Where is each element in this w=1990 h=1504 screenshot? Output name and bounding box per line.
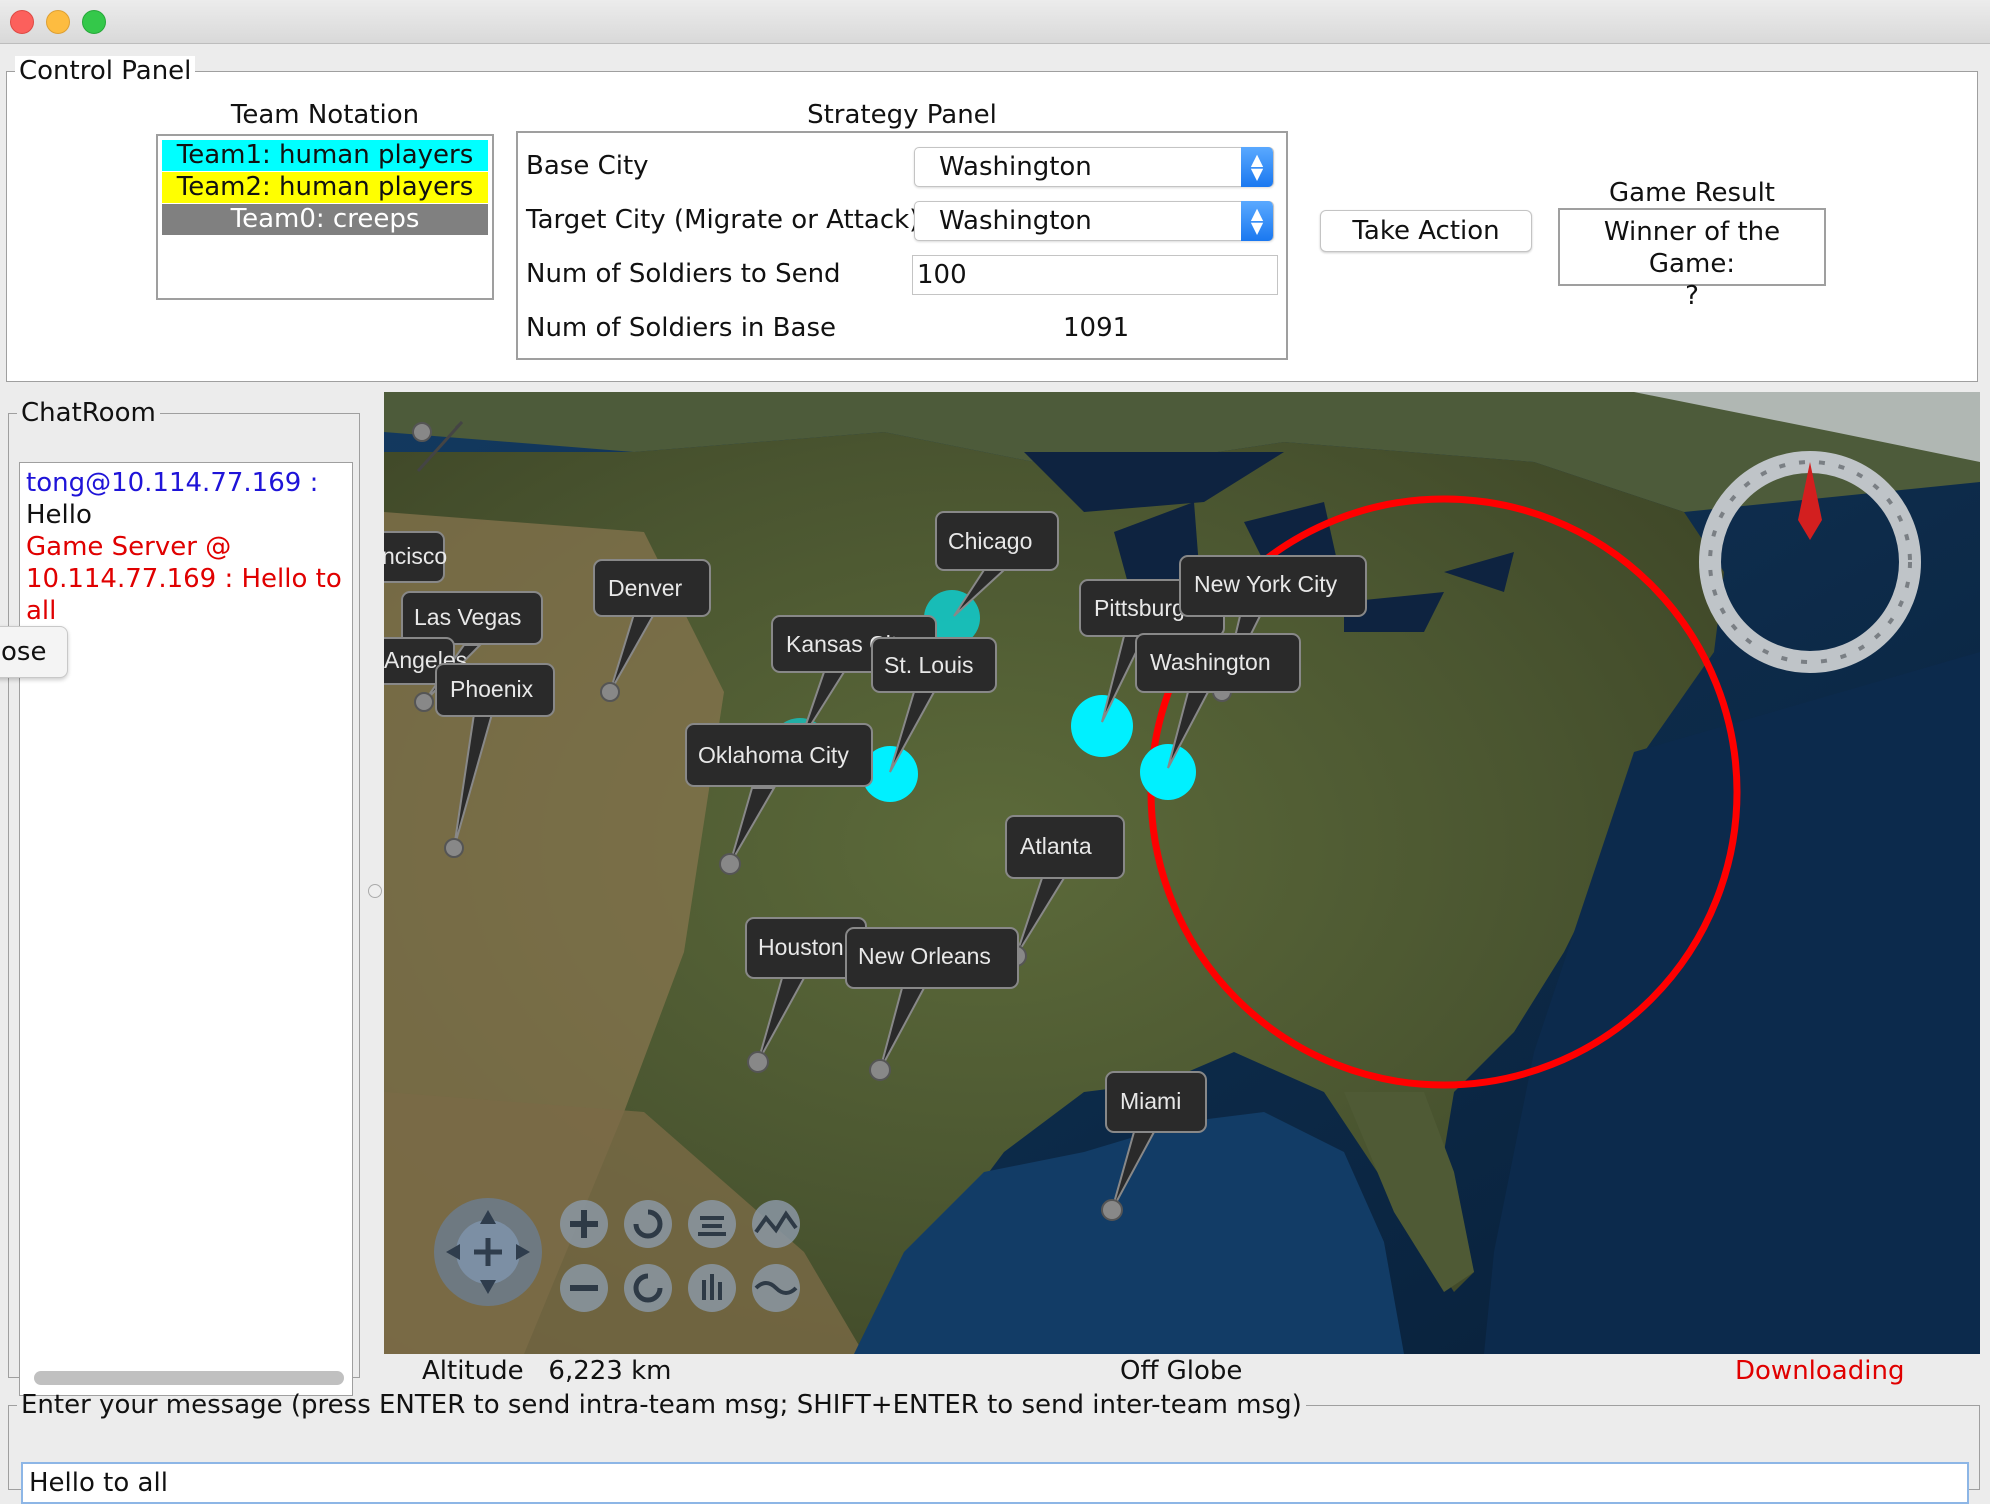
city-label: Washington [1150,649,1271,675]
team-notation-title: Team Notation [230,100,420,130]
control-panel-title: Control Panel [15,56,196,86]
select-arrows-icon: ▲ ▼ [1241,201,1273,241]
rotate-left-icon[interactable] [624,1200,672,1248]
exaggerate-terrain-icon[interactable] [752,1200,800,1248]
city-label: ncisco [384,543,447,569]
team1-row: Team1: human players [162,140,488,171]
rotate-right-icon[interactable] [624,1264,672,1312]
chat-sender: tong@10.114.77.169 : [26,468,319,498]
message-panel: Enter your message (press ENTER to send … [8,1390,1980,1504]
zoom-out-icon[interactable] [560,1264,608,1312]
base-city-label: Base City [526,151,649,181]
soldiers-base-value: 1091 [1063,313,1130,343]
zoom-window-button[interactable] [82,10,106,34]
splitter-handle[interactable] [368,884,382,898]
game-result-box: Winner of the Game: ? [1558,208,1826,311]
chat-sender: Game Server @ [26,532,232,562]
chat-message-text: 10.114.77.169 : Hello to all [26,564,342,626]
soldiers-send-label: Num of Soldiers to Send [526,259,841,289]
satellite-map[interactable]: ncisco Las Vegas Angeles Phoenix Denver [384,392,1980,1354]
team-marker[interactable] [1071,695,1133,757]
message-input[interactable]: Hello to all [21,1462,1969,1504]
flatten-terrain-icon[interactable] [752,1264,800,1312]
winner-value: ? [1685,281,1699,311]
message-panel-title: Enter your message (press ENTER to send … [21,1390,1302,1420]
strategy-panel: Base City Washington ▲ ▼ Target City (Mig… [516,131,1288,360]
chat-message-text: Hello [26,500,92,530]
strategy-panel-title: Strategy Panel [807,100,997,130]
team-notation-box: Team1: human players Team2: human player… [156,134,494,300]
city-label: Houston [758,934,844,960]
team2-row: Team2: human players [162,172,488,203]
close-window-button[interactable] [10,10,34,34]
city-label: Atlanta [1020,833,1092,859]
select-arrows-icon: ▲ ▼ [1241,147,1273,187]
city-label: Oklahoma City [698,742,849,768]
base-city-value: Washington [939,152,1092,182]
window-titlebar [0,0,1990,44]
city-label: St. Louis [884,652,974,678]
altitude-label: Altitude [422,1356,524,1386]
minimize-window-button[interactable] [46,10,70,34]
city-label: Phoenix [450,676,534,702]
chat-messages-area[interactable]: tong@10.114.77.169 : Hello Game Server @… [19,462,353,1396]
globe-status: Off Globe [1120,1356,1243,1386]
city-label: Chicago [948,528,1032,554]
target-city-label: Target City (Migrate or Attack) [526,205,920,235]
city-label: Miami [1120,1088,1181,1114]
city-label: Denver [608,575,682,601]
city-label: Las Vegas [414,604,521,630]
team0-row: Team0: creeps (computer) [162,204,488,265]
take-action-button[interactable]: Take Action [1320,210,1532,252]
city-label: New York City [1194,571,1338,597]
winner-label: Winner of the Game: [1603,217,1781,279]
altitude-value: 6,223 km [548,1356,672,1386]
game-result-title: Game Result [1608,178,1775,208]
altitude-status: Altitude 6,223 km [422,1356,672,1386]
soldiers-send-input[interactable]: 100 [912,255,1278,295]
team-marker[interactable] [1140,744,1196,800]
horizontal-scrollbar[interactable] [34,1371,344,1385]
base-city-select[interactable]: Washington ▲ ▼ [914,147,1274,187]
chatroom-title: ChatRoom [21,398,156,428]
tilt-down-icon[interactable] [688,1264,736,1312]
soldiers-base-label: Num of Soldiers in Base [526,313,836,343]
zoom-in-icon[interactable] [560,1200,608,1248]
city-label: New Orleans [858,943,991,969]
pan-control-icon[interactable] [434,1198,542,1306]
download-status: Downloading [1735,1356,1905,1386]
tilt-up-icon[interactable] [688,1200,736,1248]
close-tab-button[interactable]: ose [0,626,68,678]
chatroom-panel: ChatRoom tong@10.114.77.169 : Hello Game… [8,398,360,1396]
target-city-select[interactable]: Washington ▲ ▼ [914,201,1274,241]
globe-map-view[interactable]: ncisco Las Vegas Angeles Phoenix Denver [384,392,1980,1354]
target-city-value: Washington [939,206,1092,236]
